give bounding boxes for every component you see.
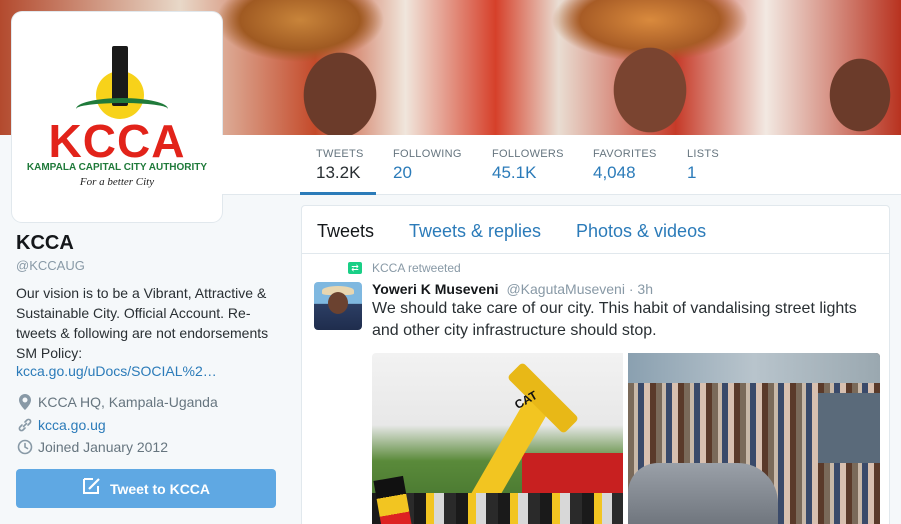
tweet-author-handle[interactable]: @KagutaMuseveni [506,281,625,297]
tweet-to-button[interactable]: Tweet to KCCA [16,469,276,508]
tweet-photo-crowd[interactable] [628,353,880,524]
stat-value: 1 [687,163,697,182]
tab-photos-videos[interactable]: Photos & videos [576,221,706,242]
stat-followers[interactable]: FOLLOWERS 45.1K [492,135,564,195]
profile-website[interactable]: kcca.go.ug [16,416,106,434]
stat-label: LISTS [687,148,720,160]
joined-text: Joined January 2012 [38,439,168,455]
photo-flag-shape [373,475,413,524]
website-link[interactable]: kcca.go.ug [38,417,106,433]
profile-bio: Our vision is to be a Vibrant, Attractiv… [16,285,269,361]
clock-icon [16,438,34,456]
logo-subtitle: KAMPALA CAPITAL CITY AUTHORITY [26,162,208,173]
profile-location: KCCA HQ, Kampala-Uganda [16,393,218,411]
stat-value: 4,048 [593,163,636,182]
tweet-author-avatar[interactable] [314,282,362,330]
tweet-header: Yoweri K Museveni @KagutaMuseveni · 3h [372,281,653,297]
stat-value: 45.1K [492,163,537,182]
retweet-label[interactable]: KCCA retweeted [372,261,461,275]
timeline-tabs: Tweets Tweets & replies Photos & videos [302,206,889,254]
stat-label: FOLLOWERS [492,148,564,160]
profile-avatar[interactable]: KCCA KAMPALA CAPITAL CITY AUTHORITY For … [12,12,222,222]
compose-icon [82,477,102,500]
stat-label: FAVORITES [593,148,657,160]
profile-joined: Joined January 2012 [16,438,168,456]
tab-tweets[interactable]: Tweets [317,221,374,242]
photo-bus-shape [818,393,880,463]
stat-following[interactable]: FOLLOWING 20 [393,135,462,195]
timeline: Tweets Tweets & replies Photos & videos … [301,205,890,524]
tweet-button-label: Tweet to KCCA [109,480,211,497]
stat-value: 13.2K [316,163,361,182]
profile-nav: TWEETS 13.2K FOLLOWING 20 FOLLOWERS 45.1… [222,135,901,195]
tweet-time[interactable]: · 3h [629,281,653,297]
tweet-author-name[interactable]: Yoweri K Museveni [372,281,499,297]
tweet-text: We should take care of our city. This ha… [372,300,857,339]
tweet-photo-excavator[interactable]: CAT [372,353,623,524]
logo-text: KCCA [48,115,186,167]
logo-tagline: For a better City [79,176,155,188]
retweet-context: ⇄ KCCA retweeted [348,261,461,275]
profile-name[interactable]: KCCA [16,232,74,255]
stat-lists[interactable]: LISTS 1 [687,135,719,195]
bio-link[interactable]: kcca.go.ug/uDocs/SOCIAL%2… [16,363,217,379]
retweet-icon: ⇄ [348,262,362,274]
kcca-logo: KCCA KAMPALA CAPITAL CITY AUTHORITY For … [16,16,218,218]
link-icon [16,416,34,434]
location-pin-icon [16,393,34,411]
logo-tower-shape [112,46,128,106]
stat-label: FOLLOWING [393,148,462,160]
stat-tweets[interactable]: TWEETS 13.2K [300,135,376,195]
avatar-face-shape [328,292,348,314]
tab-tweets-replies[interactable]: Tweets & replies [409,221,541,242]
stat-value: 20 [393,163,412,182]
stat-label: TWEETS [316,148,364,160]
location-text: KCCA HQ, Kampala-Uganda [38,394,218,410]
stat-favorites[interactable]: FAVORITES 4,048 [593,135,657,195]
photo-sky-shape [628,353,880,383]
photo-car-shape [628,463,778,524]
profile-handle[interactable]: @KCCAUG [16,258,85,273]
